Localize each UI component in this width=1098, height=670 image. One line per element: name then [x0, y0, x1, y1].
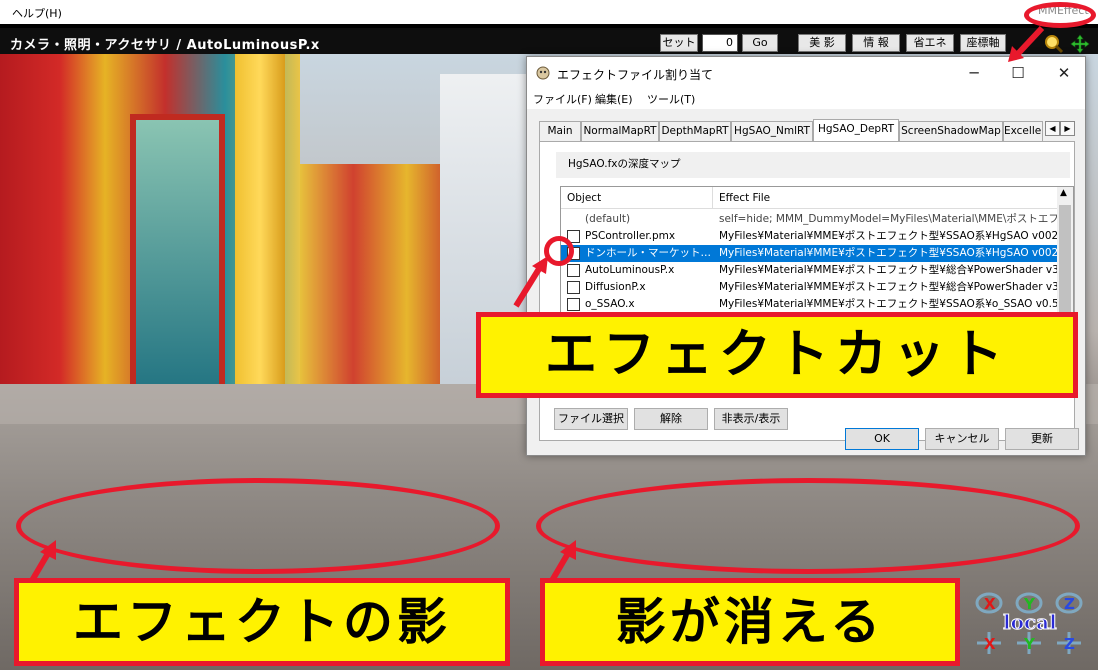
tab-screenshadowmap[interactable]: ScreenShadowMap: [899, 121, 1003, 141]
dialog-menubar: ファイル(F) 編集(E) ツール(T): [527, 89, 1085, 109]
row-effect: self=hide; MMM_DummyModel=MyFiles\Materi…: [719, 213, 1057, 225]
table-row[interactable]: DiffusionP.x MyFiles¥Material¥MME¥ポストエフェ…: [561, 279, 1059, 296]
svg-text:X: X: [984, 635, 996, 653]
eco-button[interactable]: 省エネ: [906, 34, 954, 52]
table-row-selected[interactable]: ドンホール・マーケット… MyFiles¥Material¥MME¥ポストエフェ…: [561, 245, 1059, 262]
row-checkbox[interactable]: [567, 281, 580, 294]
column-object[interactable]: Object: [561, 187, 713, 209]
row-checkbox[interactable]: [567, 264, 580, 277]
frame-input[interactable]: 0: [702, 34, 738, 52]
tab-scroll-left-icon[interactable]: ◀: [1045, 121, 1060, 136]
row-effect: MyFiles¥Material¥MME¥ポストエフェクト型¥総合¥PowerS…: [719, 264, 1057, 276]
rotate-z-icon[interactable]: Z: [1055, 590, 1083, 616]
tab-excellen[interactable]: Excellen: [1003, 121, 1043, 141]
info-button[interactable]: 情 報: [852, 34, 900, 52]
row-effect: MyFiles¥Material¥MME¥ポストエフェクト型¥SSAO系¥HgS…: [719, 230, 1057, 242]
tab-scroll-right-icon[interactable]: ▶: [1060, 121, 1075, 136]
table-row[interactable]: (default) self=hide; MMM_DummyModel=MyFi…: [561, 211, 1059, 228]
svg-text:Y: Y: [1023, 595, 1036, 613]
object-effect-table: Object Effect File (default) self=hide; …: [560, 186, 1074, 316]
annotation-arrow-mmeffect: [1008, 25, 1045, 62]
tab-description: HgSAO.fxの深度マップ: [556, 152, 1070, 178]
toggle-visibility-button[interactable]: 非表示/表示: [714, 408, 788, 430]
row-object: PSController.pmx: [585, 230, 676, 242]
annotation-shadow-vanishes: 影が消える: [540, 578, 960, 666]
tab-main[interactable]: Main: [539, 121, 581, 141]
annotation-arrow-checkbox: [513, 256, 548, 308]
table-row[interactable]: AutoLuminousP.x MyFiles¥Material¥MME¥ポスト…: [561, 262, 1059, 279]
update-button[interactable]: 更新: [1005, 428, 1079, 450]
ok-button[interactable]: OK: [845, 428, 919, 450]
scene-shopfront: [130, 114, 225, 414]
tab-hgsao-nmlrt[interactable]: HgSAO_NmlRT: [731, 121, 813, 141]
row-effect: MyFiles¥Material¥MME¥ポストエフェクト型¥SSAO系¥o_S…: [719, 298, 1057, 310]
svg-text:X: X: [984, 595, 996, 613]
go-button[interactable]: Go: [742, 34, 778, 52]
cancel-button[interactable]: キャンセル: [925, 428, 999, 450]
row-effect: MyFiles¥Material¥MME¥ポストエフェクト型¥総合¥PowerS…: [719, 281, 1057, 293]
table-scrollbar[interactable]: ▲: [1057, 187, 1073, 315]
app-icon: [536, 66, 550, 80]
row-object: (default): [585, 213, 631, 225]
svg-text:Y: Y: [1023, 635, 1036, 653]
toolbar: カメラ・照明・アクセサリ / AutoLuminousP.x セット 0 Go …: [0, 24, 1098, 54]
tab-normalmaprt[interactable]: NormalMapRT: [581, 121, 659, 141]
release-button[interactable]: 解除: [634, 408, 708, 430]
scene-building-center: [300, 164, 460, 414]
tab-hgsao-deprt[interactable]: HgSAO_DepRT: [813, 119, 899, 141]
annotation-effect-shadow: エフェクトの影: [14, 578, 510, 666]
svg-text:Z: Z: [1064, 635, 1075, 653]
column-effect-file[interactable]: Effect File: [713, 187, 1059, 209]
dialog-title: エフェクトファイル割り当て: [557, 68, 714, 82]
row-object: AutoLuminousP.x: [585, 264, 675, 276]
annotation-effect-cut: エフェクトカット: [476, 312, 1078, 398]
annotation-ellipse-shadow-right: [536, 478, 1080, 574]
row-object: o_SSAO.x: [585, 298, 635, 310]
dialog-titlebar[interactable]: エフェクトファイル割り当て ─ ☐ ✕: [527, 57, 1085, 89]
menu-file[interactable]: ファイル(F): [533, 91, 592, 107]
menu-help[interactable]: ヘルプ(H): [12, 5, 62, 21]
svg-text:Z: Z: [1064, 595, 1075, 613]
app-menubar: ヘルプ(H) MMEffect: [0, 0, 1098, 24]
move-y-icon[interactable]: Y: [1015, 630, 1043, 656]
table-row[interactable]: o_SSAO.x MyFiles¥Material¥MME¥ポストエフェクト型¥…: [561, 296, 1059, 313]
beauty-shadow-button[interactable]: 美 影: [798, 34, 846, 52]
row-object: DiffusionP.x: [585, 281, 646, 293]
scroll-up-icon[interactable]: ▲: [1060, 188, 1067, 198]
annotation-ellipse-shadow-left: [16, 478, 500, 574]
file-select-button[interactable]: ファイル選択: [554, 408, 628, 430]
set-button[interactable]: セット: [660, 34, 698, 52]
move-x-icon[interactable]: X: [975, 630, 1003, 656]
row-object: ドンホール・マーケット…: [585, 247, 711, 259]
move-z-icon[interactable]: Z: [1055, 630, 1083, 656]
rotate-x-icon[interactable]: X: [975, 590, 1003, 616]
row-checkbox[interactable]: [567, 298, 580, 311]
row-effect: MyFiles¥Material¥MME¥ポストエフェクト型¥SSAO系¥HgS…: [719, 247, 1057, 259]
maximize-icon[interactable]: ☐: [1003, 63, 1033, 83]
axis-button[interactable]: 座標軸: [960, 34, 1006, 52]
menu-edit[interactable]: 編集(E): [595, 91, 633, 107]
tab-depthmaprt[interactable]: DepthMapRT: [659, 121, 731, 141]
table-row[interactable]: PSController.pmx MyFiles¥Material¥MME¥ポス…: [561, 228, 1059, 245]
minimize-icon[interactable]: ─: [959, 63, 989, 83]
model-title: カメラ・照明・アクセサリ / AutoLuminousP.x: [10, 38, 320, 53]
scrollbar-thumb[interactable]: [1059, 205, 1071, 313]
rotate-y-icon[interactable]: Y: [1015, 590, 1043, 616]
move-icon[interactable]: [1070, 34, 1090, 54]
close-icon[interactable]: ✕: [1049, 63, 1079, 83]
menu-tools[interactable]: ツール(T): [647, 91, 695, 107]
scene-pillar: [235, 54, 285, 414]
tab-strip: Main NormalMapRT DepthMapRT HgSAO_NmlRT …: [539, 119, 1075, 141]
